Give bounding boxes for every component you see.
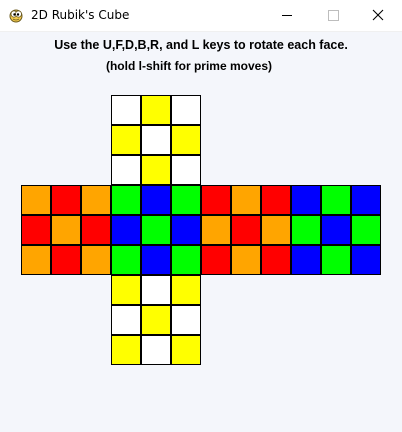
- down-face-sticker: [171, 275, 201, 305]
- right-face-sticker: [231, 215, 261, 245]
- left-face-sticker: [81, 185, 111, 215]
- instruction-subline: (hold l-shift for prime moves): [105, 59, 272, 73]
- up-face-sticker: [141, 155, 171, 185]
- left-face-sticker: [21, 245, 51, 275]
- down-face-sticker: [111, 275, 141, 305]
- down-face-sticker: [111, 305, 141, 335]
- down-face-sticker: [111, 335, 141, 365]
- maximize-button[interactable]: [310, 0, 356, 31]
- front-face-sticker: [141, 185, 171, 215]
- front-face-sticker: [111, 215, 141, 245]
- front-face-sticker: [111, 245, 141, 275]
- up-face-sticker: [141, 95, 171, 125]
- down-face-sticker: [141, 275, 171, 305]
- game-canvas[interactable]: Use the U,F,D,B,R, and L keys to rotate …: [0, 32, 402, 432]
- back-face-sticker: [291, 215, 321, 245]
- front-face-sticker: [141, 245, 171, 275]
- down-face-sticker: [171, 305, 201, 335]
- left-face-sticker: [21, 215, 51, 245]
- back-face-sticker: [321, 245, 351, 275]
- close-icon: [372, 9, 384, 21]
- left-face-sticker: [51, 245, 81, 275]
- up-face-sticker: [141, 125, 171, 155]
- back-face-sticker: [291, 185, 321, 215]
- front-face-sticker: [171, 215, 201, 245]
- up-face-sticker: [111, 125, 141, 155]
- up-face-sticker: [171, 95, 201, 125]
- up-face-sticker: [111, 155, 141, 185]
- up-face-sticker: [171, 155, 201, 185]
- left-face-sticker: [51, 185, 81, 215]
- back-face-sticker: [321, 215, 351, 245]
- down-face-sticker: [141, 335, 171, 365]
- right-face-sticker: [261, 245, 291, 275]
- right-face-sticker: [201, 215, 231, 245]
- right-face-sticker: [261, 185, 291, 215]
- right-face-sticker: [201, 245, 231, 275]
- back-face-sticker: [351, 215, 381, 245]
- up-face-sticker: [171, 125, 201, 155]
- maximize-icon: [328, 10, 339, 21]
- left-face-sticker: [51, 215, 81, 245]
- left-face-sticker: [81, 245, 111, 275]
- right-face-sticker: [261, 215, 291, 245]
- front-face-sticker: [141, 215, 171, 245]
- window-title: 2D Rubik's Cube: [31, 8, 130, 22]
- left-face-sticker: [21, 185, 51, 215]
- right-face-sticker: [231, 245, 261, 275]
- minimize-icon: [282, 15, 292, 16]
- back-face-sticker: [321, 185, 351, 215]
- down-face-sticker: [141, 305, 171, 335]
- front-face-sticker: [111, 185, 141, 215]
- right-face-sticker: [201, 185, 231, 215]
- down-face-sticker: [171, 335, 201, 365]
- up-face-sticker: [111, 95, 141, 125]
- close-button[interactable]: [356, 0, 402, 31]
- title-bar[interactable]: 2D Rubik's Cube: [0, 0, 402, 32]
- left-face-sticker: [81, 215, 111, 245]
- pygame-snake-icon: [8, 7, 24, 23]
- front-face-sticker: [171, 185, 201, 215]
- back-face-sticker: [351, 185, 381, 215]
- front-face-sticker: [171, 245, 201, 275]
- instruction-line: Use the U,F,D,B,R, and L keys to rotate …: [54, 38, 348, 52]
- right-face-sticker: [231, 185, 261, 215]
- back-face-sticker: [351, 245, 381, 275]
- back-face-sticker: [291, 245, 321, 275]
- minimize-button[interactable]: [264, 0, 310, 31]
- app-window: 2D Rubik's Cube Use the U,F,D,B,R, and L…: [0, 0, 402, 432]
